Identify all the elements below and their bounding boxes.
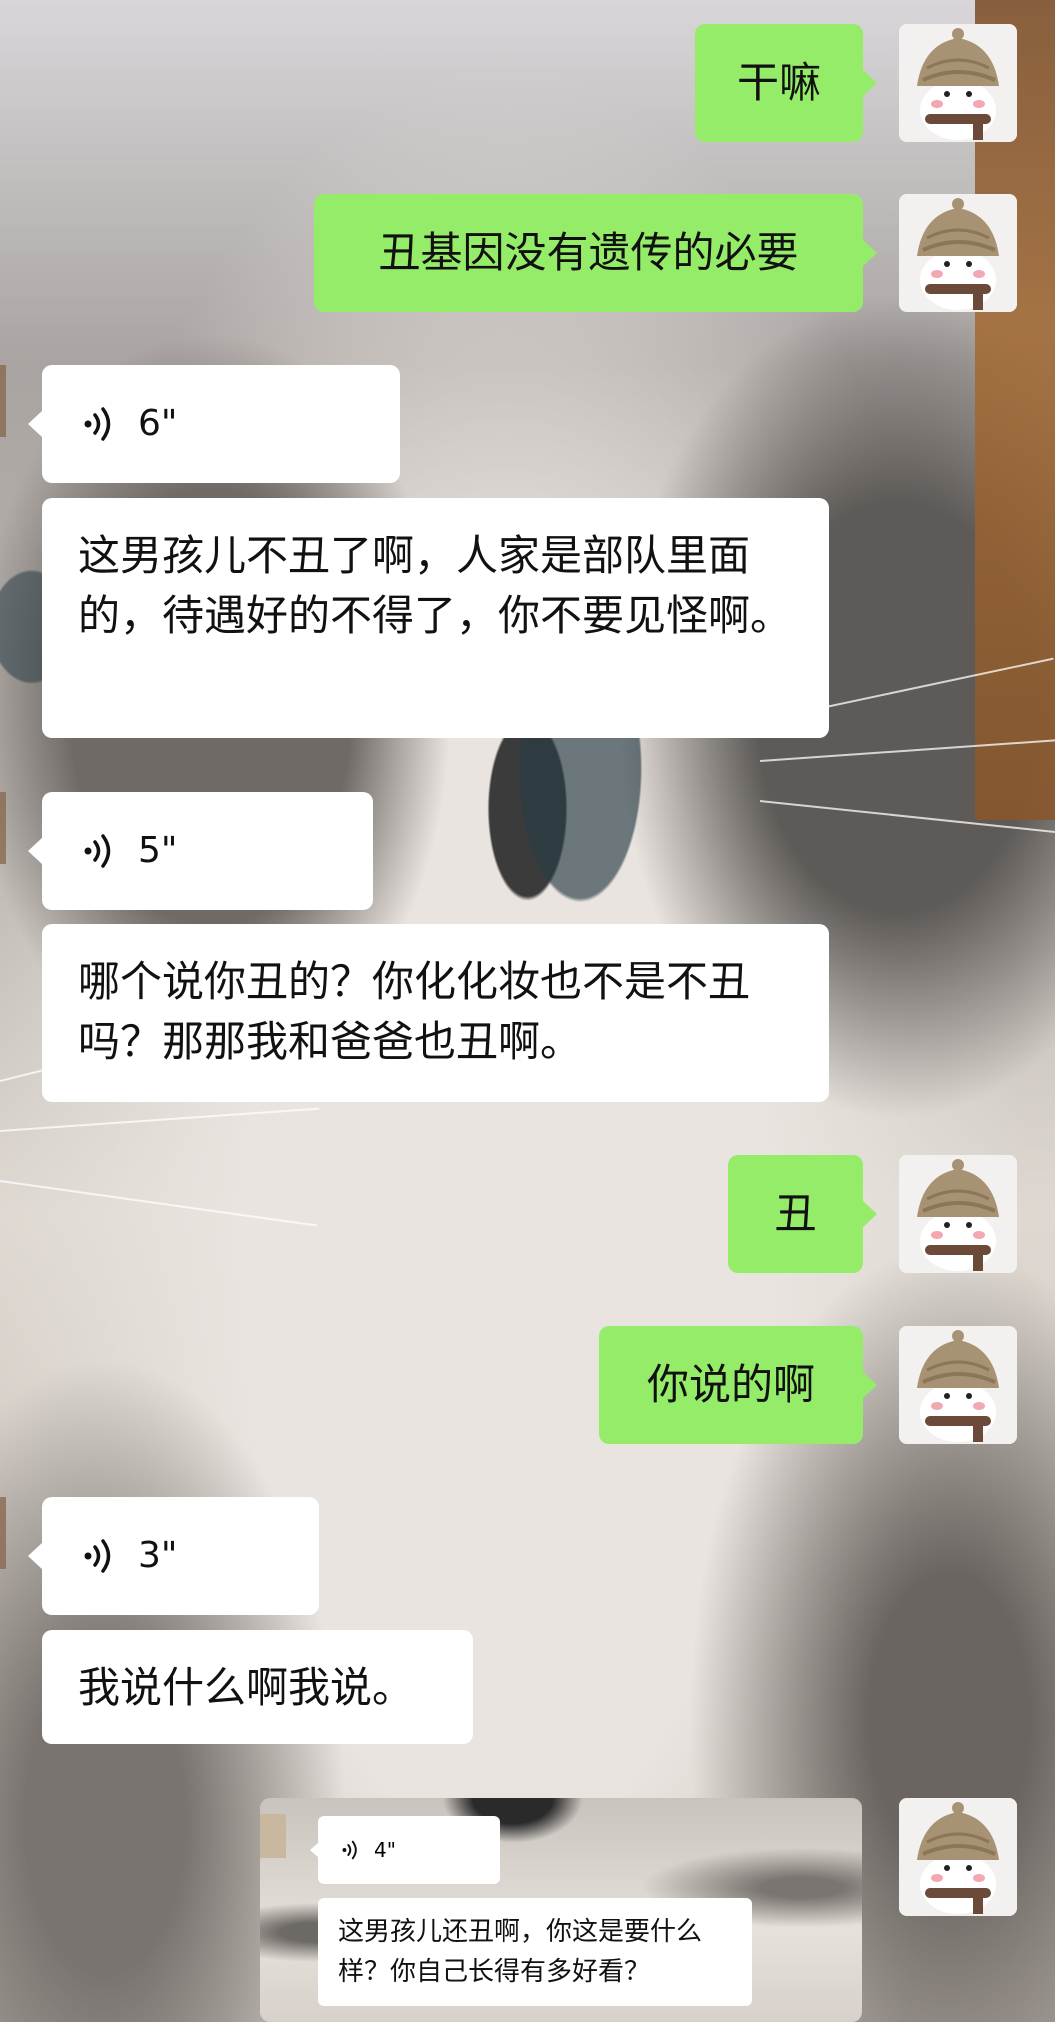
voice-wave-icon <box>80 1538 116 1574</box>
my-avatar-icon[interactable] <box>899 1155 1017 1273</box>
my-avatar-icon[interactable] <box>899 194 1017 312</box>
message-text: 你说的啊 <box>646 1360 815 1409</box>
other-message-bubble[interactable]: 这男孩儿不丑了啊，人家是部队里面的，待遇好的不得了，你不要见怪啊。 <box>42 498 829 738</box>
voice-wave-icon <box>80 406 116 442</box>
message-text: 这男孩儿不丑了啊，人家是部队里面的，待遇好的不得了，你不要见怪啊。 <box>78 531 793 640</box>
voice-duration: 5" <box>138 830 178 871</box>
my-message-bubble[interactable]: 干嘛 <box>695 24 877 142</box>
voice-wave-icon <box>340 1840 360 1860</box>
voice-message[interactable]: 3" <box>28 1497 319 1615</box>
other-message-bubble[interactable]: 哪个说你丑的？你化化妆也不是不丑吗？那那我和爸爸也丑啊。 <box>42 924 829 1102</box>
other-message-bubble[interactable]: 我说什么啊我说。 <box>42 1630 473 1744</box>
embedded-message-text: 这男孩儿还丑啊，你这是要什么样？你自己长得有多好看？ <box>318 1898 752 2006</box>
image-message[interactable]: 4" 这男孩儿还丑啊，你这是要什么样？你自己长得有多好看？ <box>260 1798 862 2022</box>
my-message-bubble[interactable]: 你说的啊 <box>599 1326 877 1444</box>
embedded-avatar <box>260 1814 286 1858</box>
my-avatar-icon[interactable] <box>899 24 1017 142</box>
my-avatar-icon[interactable] <box>899 1798 1017 1916</box>
voice-wave-icon <box>80 833 116 869</box>
message-text: 干嘛 <box>736 58 821 107</box>
message-text: 丑 <box>774 1189 817 1238</box>
embedded-voice-duration: 4" <box>374 1838 396 1862</box>
my-message-bubble[interactable]: 丑基因没有遗传的必要 <box>314 194 877 312</box>
message-text: 丑基因没有遗传的必要 <box>378 228 799 277</box>
embedded-voice-message: 4" <box>310 1816 500 1884</box>
my-message-bubble[interactable]: 丑 <box>728 1155 877 1273</box>
message-text: 我说什么啊我说。 <box>78 1663 415 1712</box>
voice-duration: 6" <box>138 403 178 444</box>
voice-duration: 3" <box>138 1535 178 1576</box>
message-text: 哪个说你丑的？你化化妆也不是不丑吗？那那我和爸爸也丑啊。 <box>78 957 751 1066</box>
voice-message[interactable]: 5" <box>28 792 373 910</box>
my-avatar-icon[interactable] <box>899 1326 1017 1444</box>
voice-message[interactable]: 6" <box>28 365 400 483</box>
